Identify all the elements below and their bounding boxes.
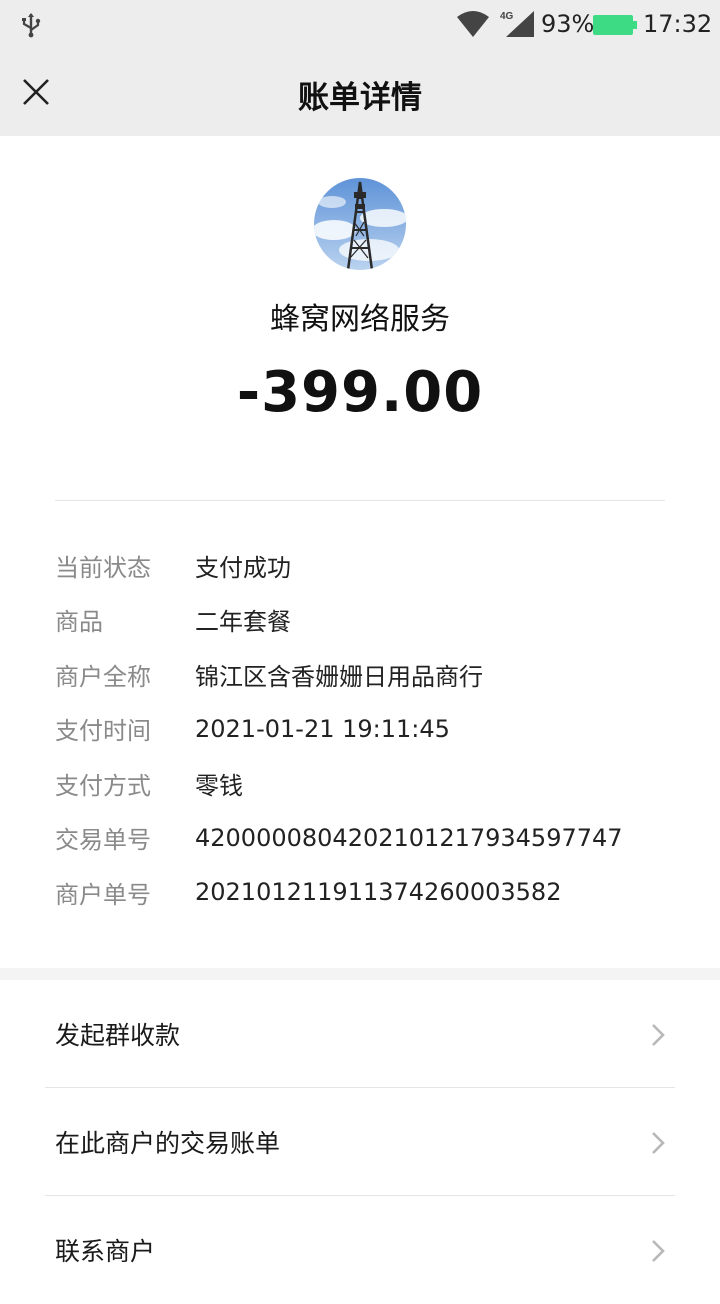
- detail-row-merchant-fullname: 商户全称 锦江区含香姗姗日用品商行: [55, 647, 675, 702]
- detail-label: 交易单号: [55, 826, 151, 855]
- section-divider: [0, 968, 720, 980]
- page-title: 账单详情: [298, 80, 422, 116]
- detail-row-pay-time: 支付时间 2021-01-21 19:11:45: [55, 702, 675, 757]
- merchant-bills-button[interactable]: 在此商户的交易账单: [0, 1088, 720, 1196]
- detail-label: 支付时间: [55, 717, 151, 746]
- chevron-right-icon: [652, 1132, 665, 1154]
- detail-row-status: 当前状态 支付成功: [55, 538, 675, 593]
- battery-percent: 93%: [541, 10, 595, 38]
- chevron-right-icon: [652, 1240, 665, 1262]
- action-label: 发起群收款: [55, 1021, 181, 1050]
- bill-details: 当前状态 支付成功 商品 二年套餐 商户全称 锦江区含香姗姗日用品商行 支付时间…: [55, 538, 675, 920]
- divider: [55, 500, 665, 501]
- detail-row-merchant-order-id: 商户单号 20210121191137426000358​2: [55, 865, 675, 920]
- battery-icon: [593, 15, 637, 35]
- merchant-name: 蜂窝网络服务: [270, 302, 450, 337]
- action-list: 发起群收款 在此商户的交易账单 联系商户: [0, 980, 720, 1304]
- detail-label: 商户全称: [55, 662, 151, 691]
- cell-tower-avatar: [314, 178, 406, 270]
- detail-label: 商品: [55, 608, 103, 637]
- detail-value: 4200000804202101217934597747: [195, 823, 623, 852]
- network-type: 4G: [500, 11, 514, 22]
- detail-row-pay-method: 支付方式 零钱: [55, 756, 675, 811]
- action-label: 联系商户: [55, 1237, 156, 1266]
- detail-value: 20210121191137426000358​2: [195, 878, 562, 907]
- detail-value: 二年套餐: [195, 608, 291, 637]
- detail-label: 当前状态: [55, 553, 151, 582]
- action-label: 在此商户的交易账单: [55, 1129, 281, 1158]
- signal-icon: 4G: [500, 11, 534, 37]
- merchant-avatar: [314, 178, 406, 270]
- status-bar: 4G 93% 17:32: [0, 0, 720, 50]
- detail-value: 锦江区含香姗姗日用品商行: [195, 662, 483, 691]
- detail-label: 商户单号: [55, 880, 151, 909]
- group-collect-button[interactable]: 发起群收款: [0, 980, 720, 1088]
- contact-merchant-button[interactable]: 联系商户: [0, 1196, 720, 1304]
- detail-row-transaction-id: 交易单号 4200000804202101217934597747: [55, 811, 675, 866]
- chevron-right-icon: [652, 1024, 665, 1046]
- clock: 17:32: [643, 10, 713, 38]
- detail-value: 2021-01-21 19:11:45: [195, 714, 450, 743]
- detail-row-product: 商品 二年套餐: [55, 593, 675, 648]
- usb-icon: [22, 13, 41, 38]
- detail-value: 零钱: [195, 771, 243, 800]
- detail-label: 支付方式: [55, 771, 151, 800]
- nav-bar: 账单详情: [0, 50, 720, 136]
- detail-value: 支付成功: [195, 553, 291, 582]
- payment-amount: -399.00: [236, 360, 484, 425]
- wifi-icon: [457, 11, 489, 37]
